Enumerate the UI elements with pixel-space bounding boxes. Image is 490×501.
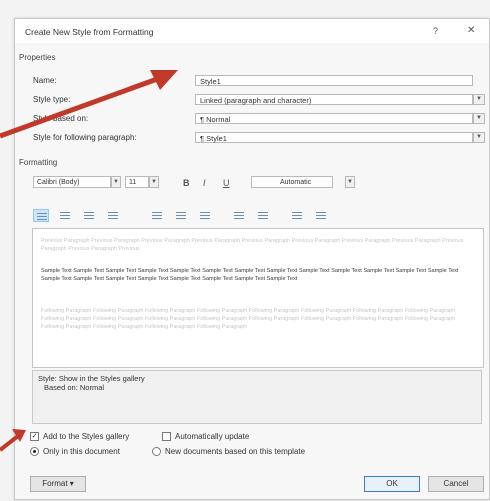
- following-paragraph-text: Following Paragraph Following Paragraph …: [41, 308, 456, 330]
- decrease-indent-button[interactable]: [289, 209, 305, 222]
- properties-group-label: Properties: [19, 53, 56, 62]
- chevron-down-icon[interactable]: ▼: [111, 176, 121, 188]
- only-document-radio[interactable]: [30, 447, 39, 456]
- font-color-value: Automatic: [280, 179, 312, 186]
- based-on-value: ¶ Normal: [200, 115, 231, 124]
- double-spacing-icon: [200, 212, 210, 219]
- based-on-select[interactable]: ¶ Normal ▼: [195, 113, 485, 124]
- decrease-indent-icon: [292, 212, 302, 219]
- following-label: Style for following paragraph:: [33, 133, 137, 142]
- name-label: Name:: [33, 76, 57, 85]
- cancel-button[interactable]: Cancel: [428, 476, 484, 492]
- help-button[interactable]: ?: [433, 26, 438, 36]
- format-button[interactable]: Format ▾: [30, 476, 86, 492]
- following-value: ¶ Style1: [200, 134, 227, 143]
- style-type-select[interactable]: Linked (paragraph and character) ▼: [195, 94, 485, 105]
- align-center-button[interactable]: [57, 209, 73, 222]
- font-select[interactable]: Calibri (Body): [33, 176, 111, 188]
- increase-indent-icon: [316, 212, 326, 219]
- auto-update-label: Automatically update: [175, 432, 250, 441]
- chevron-down-icon[interactable]: ▼: [473, 132, 485, 143]
- style-preview: Previous Paragraph Previous Paragraph Pr…: [32, 228, 484, 368]
- align-left-icon: [37, 213, 47, 220]
- justify-icon: [108, 212, 118, 219]
- sample-text: Sample Text Sample Text Sample Text Samp…: [41, 268, 459, 282]
- align-right-icon: [84, 212, 94, 219]
- size-select[interactable]: 11: [125, 176, 149, 188]
- formatting-group-label: Formatting: [19, 158, 58, 167]
- only-document-label: Only in this document: [43, 447, 120, 456]
- new-documents-radio[interactable]: [152, 447, 161, 456]
- title-bar: Create New Style from Formatting ? ✕: [15, 19, 489, 43]
- chevron-down-icon[interactable]: ▼: [149, 176, 159, 188]
- add-gallery-checkbox[interactable]: ✓: [30, 432, 39, 441]
- previous-paragraph-text: Previous Paragraph Previous Paragraph Pr…: [41, 238, 464, 252]
- one-half-spacing-icon: [176, 212, 186, 219]
- justify-button[interactable]: [105, 209, 121, 222]
- space-before-button[interactable]: [231, 209, 247, 222]
- space-after-icon: [258, 212, 268, 219]
- bold-button[interactable]: B: [183, 178, 190, 188]
- style-description: Style: Show in the Styles gallery Based …: [32, 370, 482, 424]
- align-right-button[interactable]: [81, 209, 97, 222]
- add-gallery-label: Add to the Styles gallery: [43, 432, 130, 441]
- underline-button[interactable]: U: [223, 178, 230, 188]
- double-spacing-button[interactable]: [197, 209, 213, 222]
- one-half-spacing-button[interactable]: [173, 209, 189, 222]
- increase-indent-button[interactable]: [313, 209, 329, 222]
- based-on-label: Style based on:: [33, 114, 89, 123]
- close-button[interactable]: ✕: [467, 25, 475, 36]
- space-after-button[interactable]: [255, 209, 271, 222]
- style-type-value: Linked (paragraph and character): [200, 96, 312, 105]
- align-left-button[interactable]: [33, 209, 49, 222]
- following-select[interactable]: ¶ Style1 ▼: [195, 132, 485, 143]
- chevron-down-icon[interactable]: ▼: [473, 94, 485, 105]
- new-documents-label: New documents based on this template: [165, 447, 306, 456]
- name-input[interactable]: Style1: [195, 75, 473, 86]
- dialog-title: Create New Style from Formatting: [25, 27, 154, 37]
- align-center-icon: [60, 212, 70, 219]
- chevron-down-icon[interactable]: ▼: [473, 113, 485, 124]
- font-color-select[interactable]: Automatic: [251, 176, 333, 188]
- auto-update-checkbox[interactable]: [162, 432, 171, 441]
- single-spacing-button[interactable]: [149, 209, 165, 222]
- style-type-label: Style type:: [33, 95, 71, 104]
- single-spacing-icon: [152, 212, 162, 219]
- description-line-1: Style: Show in the Styles gallery: [38, 374, 145, 383]
- description-line-2: Based on: Normal: [44, 383, 105, 392]
- space-before-icon: [234, 212, 244, 219]
- ok-button[interactable]: OK: [364, 476, 420, 492]
- chevron-down-icon[interactable]: ▼: [345, 176, 355, 188]
- italic-button[interactable]: I: [203, 178, 206, 188]
